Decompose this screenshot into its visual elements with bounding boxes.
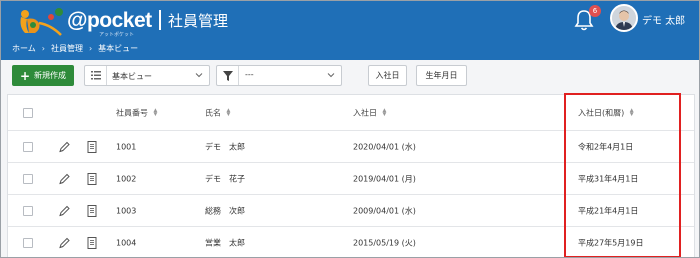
cell-employee-id: 1004	[116, 238, 137, 248]
breadcrumb-basic-view: 基本ビュー	[98, 44, 139, 53]
cell-name: 営業 太郎	[205, 238, 245, 248]
highlight-annotation-box	[564, 93, 681, 257]
cell-hire-date: 2019/04/01 (月)	[353, 174, 416, 183]
app-header: @pocket アットポケット 社員管理 ホーム › 社員管理 › 基本ビュー …	[1, 1, 699, 60]
sort-icon: ▲ ▼	[382, 107, 387, 118]
sort-icon: ▲ ▼	[226, 107, 231, 118]
kangaroo-logo-icon	[20, 8, 63, 36]
title-divider	[159, 10, 161, 30]
sort-by-birthdate-button[interactable]: 生年月日	[416, 65, 467, 86]
document-detail-icon[interactable]	[86, 140, 98, 153]
chevron-down-icon	[195, 71, 203, 81]
filter-select[interactable]: ---	[216, 65, 342, 86]
app-window: @pocket アットポケット 社員管理 ホーム › 社員管理 › 基本ビュー …	[0, 0, 700, 258]
chevron-right-icon: ›	[41, 44, 45, 53]
user-photo-icon	[612, 6, 636, 30]
toolbar: + 新規作成 基本ビュー --- 入社日 生年月日	[1, 60, 699, 92]
pencil-edit-icon[interactable]	[58, 140, 70, 153]
column-header-hire-date[interactable]: 入社日 ▲ ▼	[353, 107, 386, 118]
sort-by-hire-date-button[interactable]: 入社日	[368, 65, 407, 86]
cell-employee-id: 1002	[116, 174, 137, 183]
page-title: 社員管理	[168, 12, 229, 30]
document-detail-icon[interactable]	[86, 172, 98, 185]
chevron-right-icon: ›	[88, 44, 93, 53]
column-header-employee-id[interactable]: 社員番号 ▲ ▼	[116, 107, 157, 118]
cell-name: 総務 次郎	[205, 206, 245, 215]
breadcrumb-employee-management[interactable]: 社員管理	[51, 43, 83, 54]
cell-hire-date: 2009/04/01 (水)	[353, 206, 416, 215]
document-detail-icon[interactable]	[86, 237, 98, 250]
cell-employee-id: 1003	[116, 206, 137, 215]
filter-select-value: ---	[245, 70, 254, 79]
view-select[interactable]: 基本ビュー	[84, 65, 210, 86]
user-name[interactable]: デモ 太郎	[642, 12, 685, 27]
cell-hire-date: 2020/04/01 (水)	[353, 142, 416, 151]
view-select-value: 基本ビュー	[112, 72, 152, 81]
pencil-edit-icon[interactable]	[58, 237, 70, 250]
select-all-checkbox[interactable]	[23, 107, 33, 118]
row-checkbox[interactable]	[23, 238, 33, 248]
plus-icon: +	[19, 68, 31, 83]
column-header-label: 入社日	[353, 108, 377, 117]
column-header-label: 社員番号	[116, 108, 148, 117]
logo-subtext: アットポケット	[99, 32, 135, 38]
row-checkbox[interactable]	[23, 205, 33, 216]
cell-hire-date: 2015/05/19 (火)	[353, 238, 416, 248]
avatar[interactable]	[610, 4, 638, 32]
list-view-icon	[85, 66, 107, 85]
sort-icon: ▲ ▼	[153, 107, 158, 118]
document-detail-icon[interactable]	[86, 204, 98, 217]
column-header-label: 氏名	[205, 108, 221, 117]
row-checkbox[interactable]	[23, 141, 33, 152]
column-header-name[interactable]: 氏名 ▲ ▼	[205, 107, 230, 118]
breadcrumb: ホーム › 社員管理 › 基本ビュー	[12, 43, 138, 54]
pencil-edit-icon[interactable]	[58, 204, 70, 217]
new-record-button[interactable]: + 新規作成	[12, 65, 74, 86]
chevron-down-icon	[327, 71, 335, 81]
row-checkbox[interactable]	[23, 173, 33, 184]
pencil-edit-icon[interactable]	[58, 172, 70, 185]
breadcrumb-home[interactable]: ホーム	[12, 43, 36, 54]
filter-icon	[217, 66, 239, 85]
cell-name: デモ 太郎	[205, 142, 245, 151]
cell-employee-id: 1001	[116, 142, 137, 151]
notification-badge: 6	[589, 5, 601, 17]
cell-name: デモ 花子	[205, 174, 245, 183]
logo-text: @pocket	[67, 9, 152, 32]
new-record-label: 新規作成	[34, 71, 67, 80]
